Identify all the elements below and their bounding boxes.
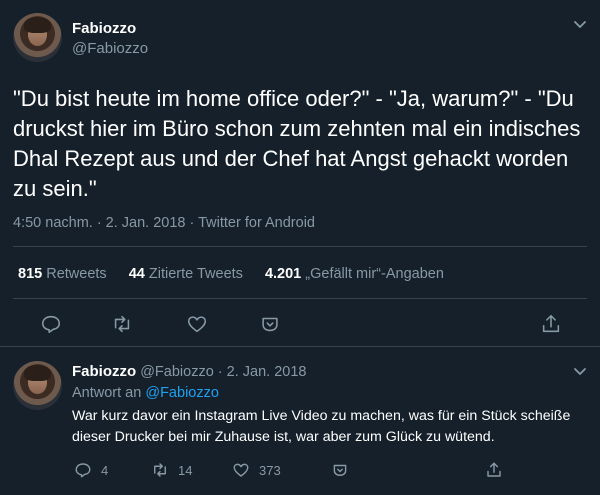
caret-down-icon <box>333 464 347 476</box>
share-icon <box>487 462 501 477</box>
avatar[interactable] <box>13 361 62 410</box>
reply-text: War kurz davor ein Instagram Live Video … <box>72 408 571 445</box>
retweet-button[interactable]: 14 <box>151 461 192 479</box>
reply-count: 4 <box>101 462 109 478</box>
retweet-icon[interactable] <box>111 313 133 335</box>
main-tweet: Fabiozzo @Fabiozzo "Du bist heute im hom… <box>0 0 600 346</box>
retweet-icon <box>154 463 166 477</box>
divider <box>13 246 587 247</box>
reply-icon[interactable] <box>40 313 62 335</box>
like-icon[interactable] <box>186 313 208 335</box>
reply-date[interactable]: · 2. Jan. 2018 <box>218 364 307 380</box>
quotes-stat[interactable]: 44 Zitierte Tweets <box>129 266 243 282</box>
retweets-stat[interactable]: 815 Retweets <box>18 266 107 282</box>
likes-stat[interactable]: 4.201 „Gefällt mir“-Angaben <box>265 266 444 282</box>
like-button[interactable]: 373 <box>232 461 281 479</box>
chevron-down-icon[interactable] <box>572 16 588 32</box>
retweet-count: 14 <box>178 462 193 478</box>
author-handle[interactable]: @Fabiozzo <box>140 364 214 380</box>
author-name[interactable]: Fabiozzo <box>72 363 136 380</box>
like-count: 373 <box>259 462 281 478</box>
replying-to-link[interactable]: @Fabiozzo <box>145 385 219 401</box>
caret-button[interactable] <box>331 461 358 479</box>
share-icon[interactable] <box>540 313 562 335</box>
reply-icon <box>75 463 91 478</box>
tweet-text: "Du bist heute im home office oder?" - "… <box>13 86 581 201</box>
reply-header: Fabiozzo @Fabiozzo · 2. Jan. 2018 <box>72 363 306 380</box>
like-icon <box>233 463 249 477</box>
avatar[interactable] <box>13 13 62 62</box>
share-button[interactable] <box>485 461 512 479</box>
reply-tweet[interactable]: Fabiozzo @Fabiozzo · 2. Jan. 2018 Antwor… <box>0 347 600 495</box>
replying-to: Antwort an @Fabiozzo <box>72 385 219 401</box>
caret-down-icon[interactable] <box>259 313 281 335</box>
author-handle[interactable]: @Fabiozzo <box>72 40 148 57</box>
divider <box>13 298 587 299</box>
reply-button[interactable]: 4 <box>74 461 108 479</box>
tweet-stats: 815 Retweets 44 Zitierte Tweets 4.201 „G… <box>18 266 462 282</box>
chevron-down-icon[interactable] <box>572 363 588 379</box>
author-name[interactable]: Fabiozzo <box>72 20 136 37</box>
tweet-meta[interactable]: 4:50 nachm. · 2. Jan. 2018 · Twitter for… <box>13 215 315 231</box>
